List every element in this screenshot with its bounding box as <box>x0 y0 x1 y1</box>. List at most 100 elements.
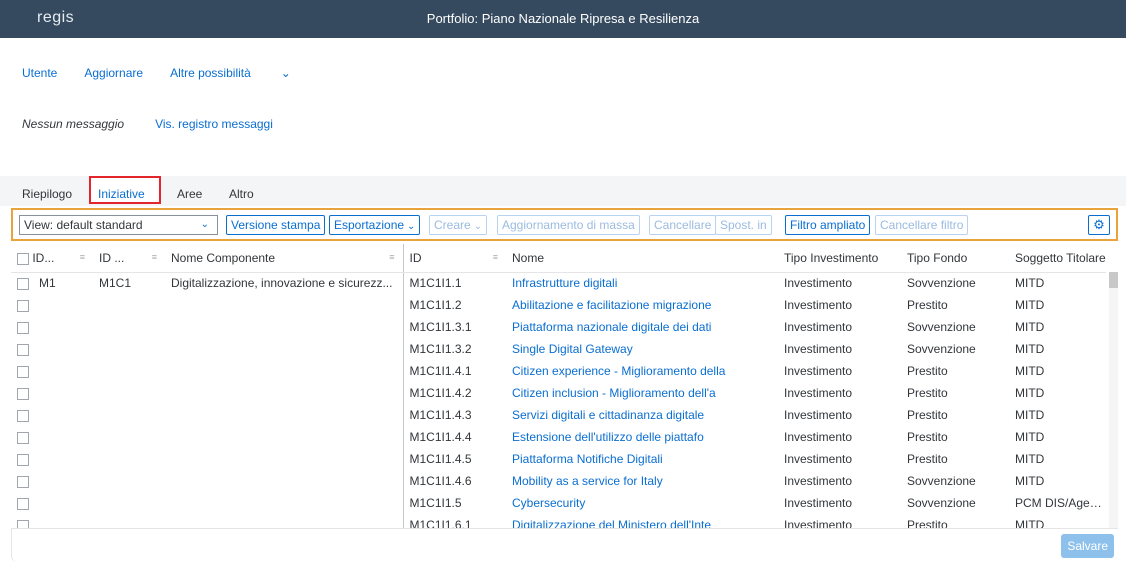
clear-filter-button[interactable]: Cancellare filtro <box>875 215 969 235</box>
export-menu[interactable]: Esportazione ⌄ <box>329 215 421 235</box>
cell-nome[interactable]: Digitalizzazione del Ministero dell'Inte <box>506 514 778 528</box>
cell-nome[interactable]: Single Digital Gateway <box>506 338 778 360</box>
cell-nome[interactable]: Citizen experience - Miglioramento della <box>506 360 778 382</box>
cell-soggetto-titolare: MITD <box>1015 386 1045 400</box>
cell-soggetto-titolare: MITD <box>1015 430 1045 444</box>
cell-tipo-fondo: Prestito <box>907 364 948 378</box>
cell-nome-componente <box>165 426 404 448</box>
cell-soggetto-titolare: MITD <box>1015 276 1045 291</box>
chevron-down-icon: ⌄ <box>200 219 209 230</box>
column-header-id[interactable]: ID ≡ <box>403 244 506 273</box>
menu-bar: Utente Aggiornare Altre possibilità ⌄ <box>22 66 345 80</box>
cell-id-mission <box>11 470 93 492</box>
cell-tipo-fondo: Sovvenzione <box>907 496 976 510</box>
tab-altro[interactable]: Altro <box>229 187 254 201</box>
column-header-nome[interactable]: Nome <box>506 244 778 273</box>
cell-id-component <box>93 470 165 492</box>
gear-icon[interactable]: ⚙ <box>1088 215 1110 235</box>
extended-filter-button[interactable]: Filtro ampliato <box>785 215 871 235</box>
cell-id-mission <box>11 382 93 404</box>
user-menu[interactable]: Utente <box>22 66 57 80</box>
delete-button[interactable]: Cancellare <box>649 215 717 235</box>
cell-nome-componente <box>165 360 404 382</box>
cell-id-mission <box>11 448 93 470</box>
sort-icon: ≡ <box>492 252 498 262</box>
select-all-checkbox[interactable] <box>17 252 29 265</box>
table-row[interactable]: M1C1I1.4.6 Mobility as a service for Ita… <box>11 470 1106 492</box>
save-button[interactable]: Salvare <box>1061 534 1114 558</box>
tab-iniziative[interactable]: Iniziative <box>98 187 145 201</box>
table-row[interactable]: M1C1I1.5 Cybersecurity Investimento Sovvenz… <box>11 492 1106 514</box>
column-header-tipo-investimento[interactable]: Tipo Investimento <box>778 244 901 273</box>
more-options-menu[interactable]: Altre possibilità ⌄ <box>170 66 318 80</box>
table-row[interactable]: M1C1I1.4.3 Servizi digitali e cittadinanz… <box>11 404 1106 426</box>
row-checkbox[interactable] <box>17 431 29 444</box>
print-version-button[interactable]: Versione stampa <box>226 215 326 235</box>
row-checkbox[interactable] <box>17 497 29 510</box>
tab-riepilogo[interactable]: Riepilogo <box>22 187 72 201</box>
cell-nome[interactable]: Piattaforma nazionale digitale dei dati <box>506 316 778 338</box>
cell-id-mission <box>11 492 93 514</box>
column-header-id-component[interactable]: ID ... ≡ <box>93 244 165 273</box>
column-header-id-mission[interactable]: ID... ≡ <box>11 244 93 273</box>
cell-soggetto-titolare: MITD <box>1015 364 1045 378</box>
column-header-tipo-fondo[interactable]: Tipo Fondo <box>901 244 1009 273</box>
column-header-soggetto-titolare[interactable]: Soggetto Titolare <box>1009 244 1106 273</box>
vertical-scrollbar[interactable] <box>1109 272 1118 528</box>
create-menu[interactable]: Creare ⌄ <box>429 215 488 235</box>
chevron-down-icon: ⌄ <box>407 221 416 232</box>
row-checkbox[interactable] <box>17 299 29 312</box>
row-checkbox[interactable] <box>17 387 29 400</box>
cell-nome-componente: Digitalizzazione, innovazione e sicurezz… <box>165 272 404 294</box>
cell-nome[interactable]: Mobility as a service for Italy <box>506 470 778 492</box>
row-checkbox[interactable] <box>17 409 29 422</box>
table-row[interactable]: M1C1I1.6.1 Digitalizzazione del Ministero… <box>11 514 1106 528</box>
cell-id: M1C1I1.5 <box>409 496 462 510</box>
row-checkbox[interactable] <box>17 343 29 356</box>
cell-tipo-fondo: Sovvenzione <box>907 276 976 291</box>
row-checkbox[interactable] <box>17 278 29 291</box>
row-checkbox[interactable] <box>17 453 29 466</box>
view-select[interactable]: View: default standard ⌄ <box>19 215 218 235</box>
cell-nome[interactable]: Servizi digitali e cittadinanza digitale <box>506 404 778 426</box>
cell-nome-componente <box>165 316 404 338</box>
cell-id-mission <box>11 316 93 338</box>
sort-icon: ≡ <box>389 252 395 262</box>
row-checkbox[interactable] <box>17 475 29 488</box>
cell-soggetto-titolare: MITD <box>1015 320 1045 334</box>
cell-nome[interactable]: Piattaforma Notifiche Digitali <box>506 448 778 470</box>
cell-nome[interactable]: Citizen inclusion - Miglioramento dell'a <box>506 382 778 404</box>
table-row[interactable]: M1C1I1.4.5 Piattaforma Notifiche Digital… <box>11 448 1106 470</box>
cell-nome[interactable]: Cybersecurity <box>506 492 778 514</box>
row-checkbox[interactable] <box>17 519 29 528</box>
table-row[interactable]: M1C1I1.2 Abilitazione e facilitazione mig… <box>11 294 1106 316</box>
row-checkbox[interactable] <box>17 365 29 378</box>
move-to-button[interactable]: Spost. in <box>715 215 772 235</box>
cell-id: M1C1I1.1 <box>409 276 462 291</box>
cell-nome-componente <box>165 338 404 360</box>
cell-id: M1C1I1.4.3 <box>409 408 472 422</box>
column-header-nome-componente[interactable]: Nome Componente ≡ <box>165 244 404 273</box>
mass-update-button[interactable]: Aggiornamento di massa <box>497 215 640 235</box>
refresh-button[interactable]: Aggiornare <box>84 66 143 80</box>
cell-id-component <box>93 338 165 360</box>
table-row[interactable]: M1C1I1.4.4 Estensione dell'utilizzo dell… <box>11 426 1106 448</box>
cell-id-component <box>93 492 165 514</box>
tab-aree[interactable]: Aree <box>177 187 202 201</box>
cell-nome-componente <box>165 492 404 514</box>
table-row[interactable]: M1C1I1.3.1 Piattaforma nazionale digitale… <box>11 316 1106 338</box>
row-checkbox[interactable] <box>17 321 29 334</box>
cell-id: M1C1I1.2 <box>409 298 462 312</box>
table-row[interactable]: M1C1I1.4.1 Citizen experience - Miglioram… <box>11 360 1106 382</box>
cell-nome[interactable]: Abilitazione e facilitazione migrazione <box>506 294 778 316</box>
table-row[interactable]: M1C1I1.4.2 Citizen inclusion - Migliorame… <box>11 382 1106 404</box>
cell-nome[interactable]: Infrastrutture digitali <box>506 272 778 294</box>
table-row[interactable]: M1C1I1.3.2 Single Digital Gateway Investi… <box>11 338 1106 360</box>
scrollbar-thumb[interactable] <box>1109 272 1118 288</box>
message-log-link[interactable]: Vis. registro messaggi <box>155 117 273 131</box>
cell-tipo-fondo: Prestito <box>907 430 948 444</box>
table-row[interactable]: M1 M1C1 Digitalizzazione, innovazione e si… <box>11 272 1106 294</box>
cell-nome-componente <box>165 404 404 426</box>
cell-nome-componente <box>165 382 404 404</box>
cell-nome[interactable]: Estensione dell'utilizzo delle piattafo <box>506 426 778 448</box>
